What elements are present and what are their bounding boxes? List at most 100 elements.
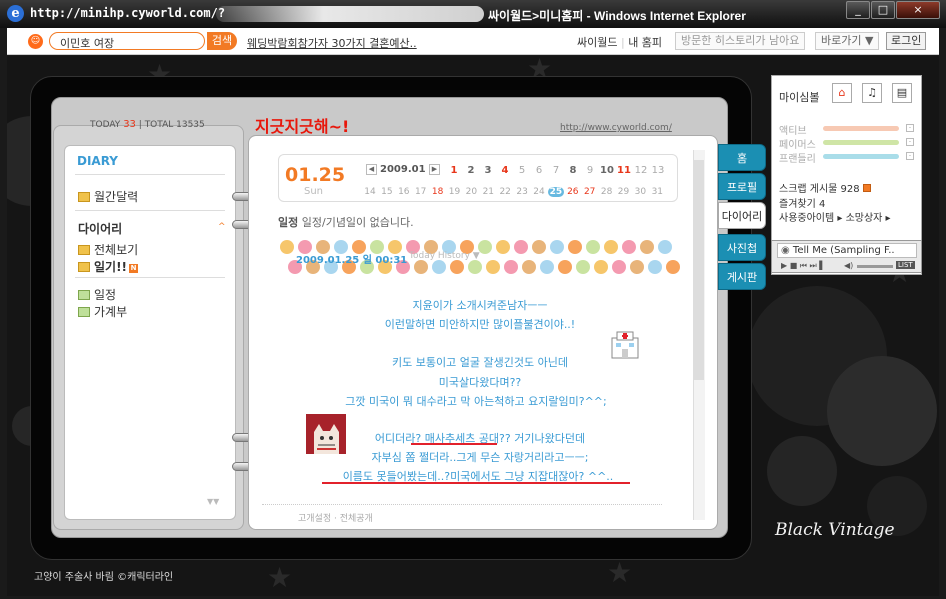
today-history-dropdown[interactable]: Today History ▼ (409, 251, 480, 261)
calendar-day[interactable]: 23 (514, 187, 530, 197)
decoration-icon (640, 240, 654, 254)
monthly-calendar-link[interactable]: 월간달력 (78, 188, 138, 205)
window-title: 싸이월드>미니홈피 - Windows Internet Explorer (488, 9, 746, 23)
friendly-label: 프랜들리 (779, 154, 816, 165)
calendar-day[interactable]: 3 (480, 165, 496, 176)
decoration-icon (612, 260, 626, 274)
homepage-url[interactable]: http://www.cyworld.com/ (560, 123, 672, 133)
decoration-icon (658, 240, 672, 254)
today-label: TODAY (90, 120, 121, 130)
calendar-day[interactable]: 17 (413, 187, 429, 197)
search-input[interactable]: 이민호 여장 (49, 32, 205, 50)
calendar-day[interactable]: 22 (497, 187, 513, 197)
schedule-link[interactable]: 일정 (78, 286, 116, 303)
calendar-day[interactable]: 15 (379, 187, 395, 197)
calendar-day[interactable]: 1 (446, 165, 462, 176)
calendar-day[interactable]: 10 (599, 165, 615, 176)
radio-icon[interactable]: ▤ (892, 83, 912, 103)
next-month-button[interactable]: ▶ (429, 164, 440, 175)
volume-icon[interactable]: ◀) (844, 261, 853, 270)
monthly-label: 월간달력 (94, 190, 139, 204)
calendar-day[interactable]: 20 (463, 187, 479, 197)
collapse-icon[interactable]: - (906, 152, 914, 160)
collapse-icon[interactable]: ^ (218, 222, 226, 232)
post-line: 자부심 쫌 쩔더라..그게 무슨 자랑거리라고ㅡㅡ; (371, 451, 589, 464)
calendar-day[interactable]: 11 (616, 165, 632, 176)
player-controls[interactable]: ▶ ■ ⏮ ⏭ ▌ (781, 261, 825, 271)
calendar-day[interactable]: 26 (565, 187, 581, 197)
home-symbol-icon[interactable]: ⌂ (832, 83, 852, 103)
tab-profile[interactable]: 프로필 (718, 173, 766, 200)
tab-diary[interactable]: 다이어리 (718, 202, 766, 229)
divider (75, 210, 225, 211)
diary-folder-label: 일기!! (94, 260, 128, 274)
close-button[interactable]: × (896, 1, 940, 19)
tab-board[interactable]: 게시판 (718, 263, 766, 290)
song-title[interactable]: ◉ Tell Me (Sampling F.. (777, 243, 917, 258)
collapse-icon[interactable]: - (906, 124, 914, 132)
view-all-link[interactable]: 전체보기 (78, 241, 138, 258)
calendar-day[interactable]: 31 (649, 187, 665, 197)
calendar-day[interactable]: 28 (599, 187, 615, 197)
calendar-day[interactable]: 30 (632, 187, 648, 197)
volume-slider[interactable] (857, 265, 893, 268)
decoration-icon (522, 260, 536, 274)
music-note-icon[interactable]: ♫ (862, 83, 882, 103)
scrap-count[interactable]: 스크랩 게시물 928 (779, 180, 871, 195)
calendar-day[interactable]: 6 (531, 165, 547, 176)
post-line: 이런말하면 미안하지만 많이플불견이야..! (384, 318, 576, 331)
calendar-day[interactable]: 8 (565, 165, 581, 176)
calendar-day[interactable]: 21 (480, 187, 496, 197)
calendar-day[interactable]: 29 (616, 187, 632, 197)
hospital-icon (608, 330, 642, 360)
schedule-line: 일정 일정/기념일이 없습니다. (278, 214, 414, 230)
cyworld-logo-icon[interactable]: ☺ (28, 34, 43, 49)
search-button[interactable]: 검색 (207, 32, 237, 50)
calendar-day[interactable]: 12 (633, 165, 649, 176)
playlist-button[interactable]: LIST (896, 261, 915, 269)
tab-home[interactable]: 홈 (718, 144, 766, 171)
ie-logo-icon: e (7, 5, 24, 22)
schedule-line-label: 일정 (278, 216, 299, 229)
ledger-link[interactable]: 가계부 (78, 303, 127, 320)
maximize-button[interactable]: □ (871, 1, 895, 19)
tab-photos[interactable]: 사진첩 (718, 234, 766, 261)
goto-dropdown[interactable]: 바로가기 ▼ (815, 32, 880, 50)
calendar-day[interactable]: 19 (447, 187, 463, 197)
decoration-icon (576, 260, 590, 274)
post-line: 그깟 미국이 뭐 대수라고 막 아는척하고 요지랄임미?^^; (345, 395, 607, 408)
calendar-day[interactable]: 14 (362, 187, 378, 197)
calendar-day[interactable]: 27 (582, 187, 598, 197)
scroll-down-icon[interactable]: ▼▼ (207, 497, 219, 506)
collapse-icon[interactable]: - (906, 138, 914, 146)
decoration-icon (280, 240, 294, 254)
history-button[interactable]: 방문한 히스토리가 남아요 (675, 32, 806, 50)
cyworld-link[interactable]: 싸이월드 (577, 36, 617, 49)
diary-folder-link[interactable]: 일기!! N (78, 258, 139, 275)
items-link[interactable]: 사용중아이템 ▸ 소망상자 ▸ (779, 209, 891, 224)
ad-link[interactable]: 웨딩박람회참가자 30가지 결혼예산.. (247, 35, 417, 51)
minimize-button[interactable]: _ (846, 1, 870, 19)
calendar-day[interactable]: 25 (547, 187, 564, 197)
calendar-day[interactable]: 4 (497, 165, 513, 176)
calendar-day[interactable]: 2 (463, 165, 479, 176)
red-underline (322, 482, 630, 484)
calendar-day[interactable]: 7 (548, 165, 564, 176)
calendar-day[interactable]: 16 (396, 187, 412, 197)
cat-image (306, 414, 346, 454)
login-button[interactable]: 로그인 (886, 32, 927, 50)
calendar-day[interactable]: 18 (430, 187, 446, 197)
calendar-day[interactable]: 9 (582, 165, 598, 176)
new-badge-icon (862, 184, 871, 192)
my-home-link[interactable]: 내 홈피 (628, 36, 662, 49)
calendar-day[interactable]: 24 (531, 187, 547, 197)
calendar-day[interactable]: 5 (514, 165, 530, 176)
favorites-count[interactable]: 즐겨찾기 4 (779, 195, 825, 210)
prev-month-button[interactable]: ◀ (366, 164, 377, 175)
total-count: 13535 (176, 120, 205, 130)
scrollbar-thumb[interactable] (694, 160, 704, 380)
decoration-icon (532, 240, 546, 254)
post-footer: 고개설정 · 전체공개 (298, 514, 373, 524)
calendar-day[interactable]: 13 (650, 165, 666, 176)
decoration-icon (568, 240, 582, 254)
